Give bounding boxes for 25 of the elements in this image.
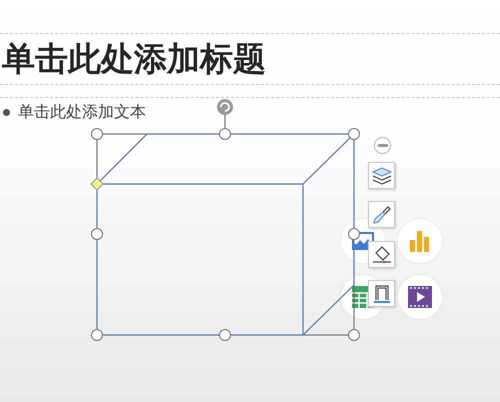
insert-video-button[interactable]	[398, 275, 442, 319]
brush-button[interactable]	[368, 201, 395, 228]
bullet-icon	[3, 109, 10, 116]
cube-shape[interactable]	[96, 133, 355, 336]
brush-icon	[372, 206, 390, 224]
frame-icon	[372, 284, 390, 302]
resize-handle[interactable]	[348, 128, 360, 140]
bar-chart-icon	[409, 230, 431, 252]
resize-handle[interactable]	[91, 128, 103, 140]
rotate-handle[interactable]	[217, 99, 233, 115]
slide-title[interactable]: 单击此处添加标题	[2, 36, 266, 82]
resize-handle[interactable]	[91, 228, 103, 240]
layers-button[interactable]	[368, 162, 395, 189]
border-button[interactable]	[368, 280, 395, 307]
layers-icon	[372, 166, 392, 184]
fill-button[interactable]	[368, 241, 395, 268]
resize-handle[interactable]	[219, 128, 231, 140]
collapse-button[interactable]	[374, 137, 391, 154]
adjust-handle[interactable]	[90, 177, 104, 191]
resize-handle[interactable]	[219, 329, 231, 341]
minus-icon	[378, 144, 388, 147]
body-text[interactable]: 单击此处添加文本	[18, 102, 146, 123]
resize-handle[interactable]	[348, 329, 360, 341]
film-icon	[408, 286, 432, 308]
resize-handle[interactable]	[91, 329, 103, 341]
